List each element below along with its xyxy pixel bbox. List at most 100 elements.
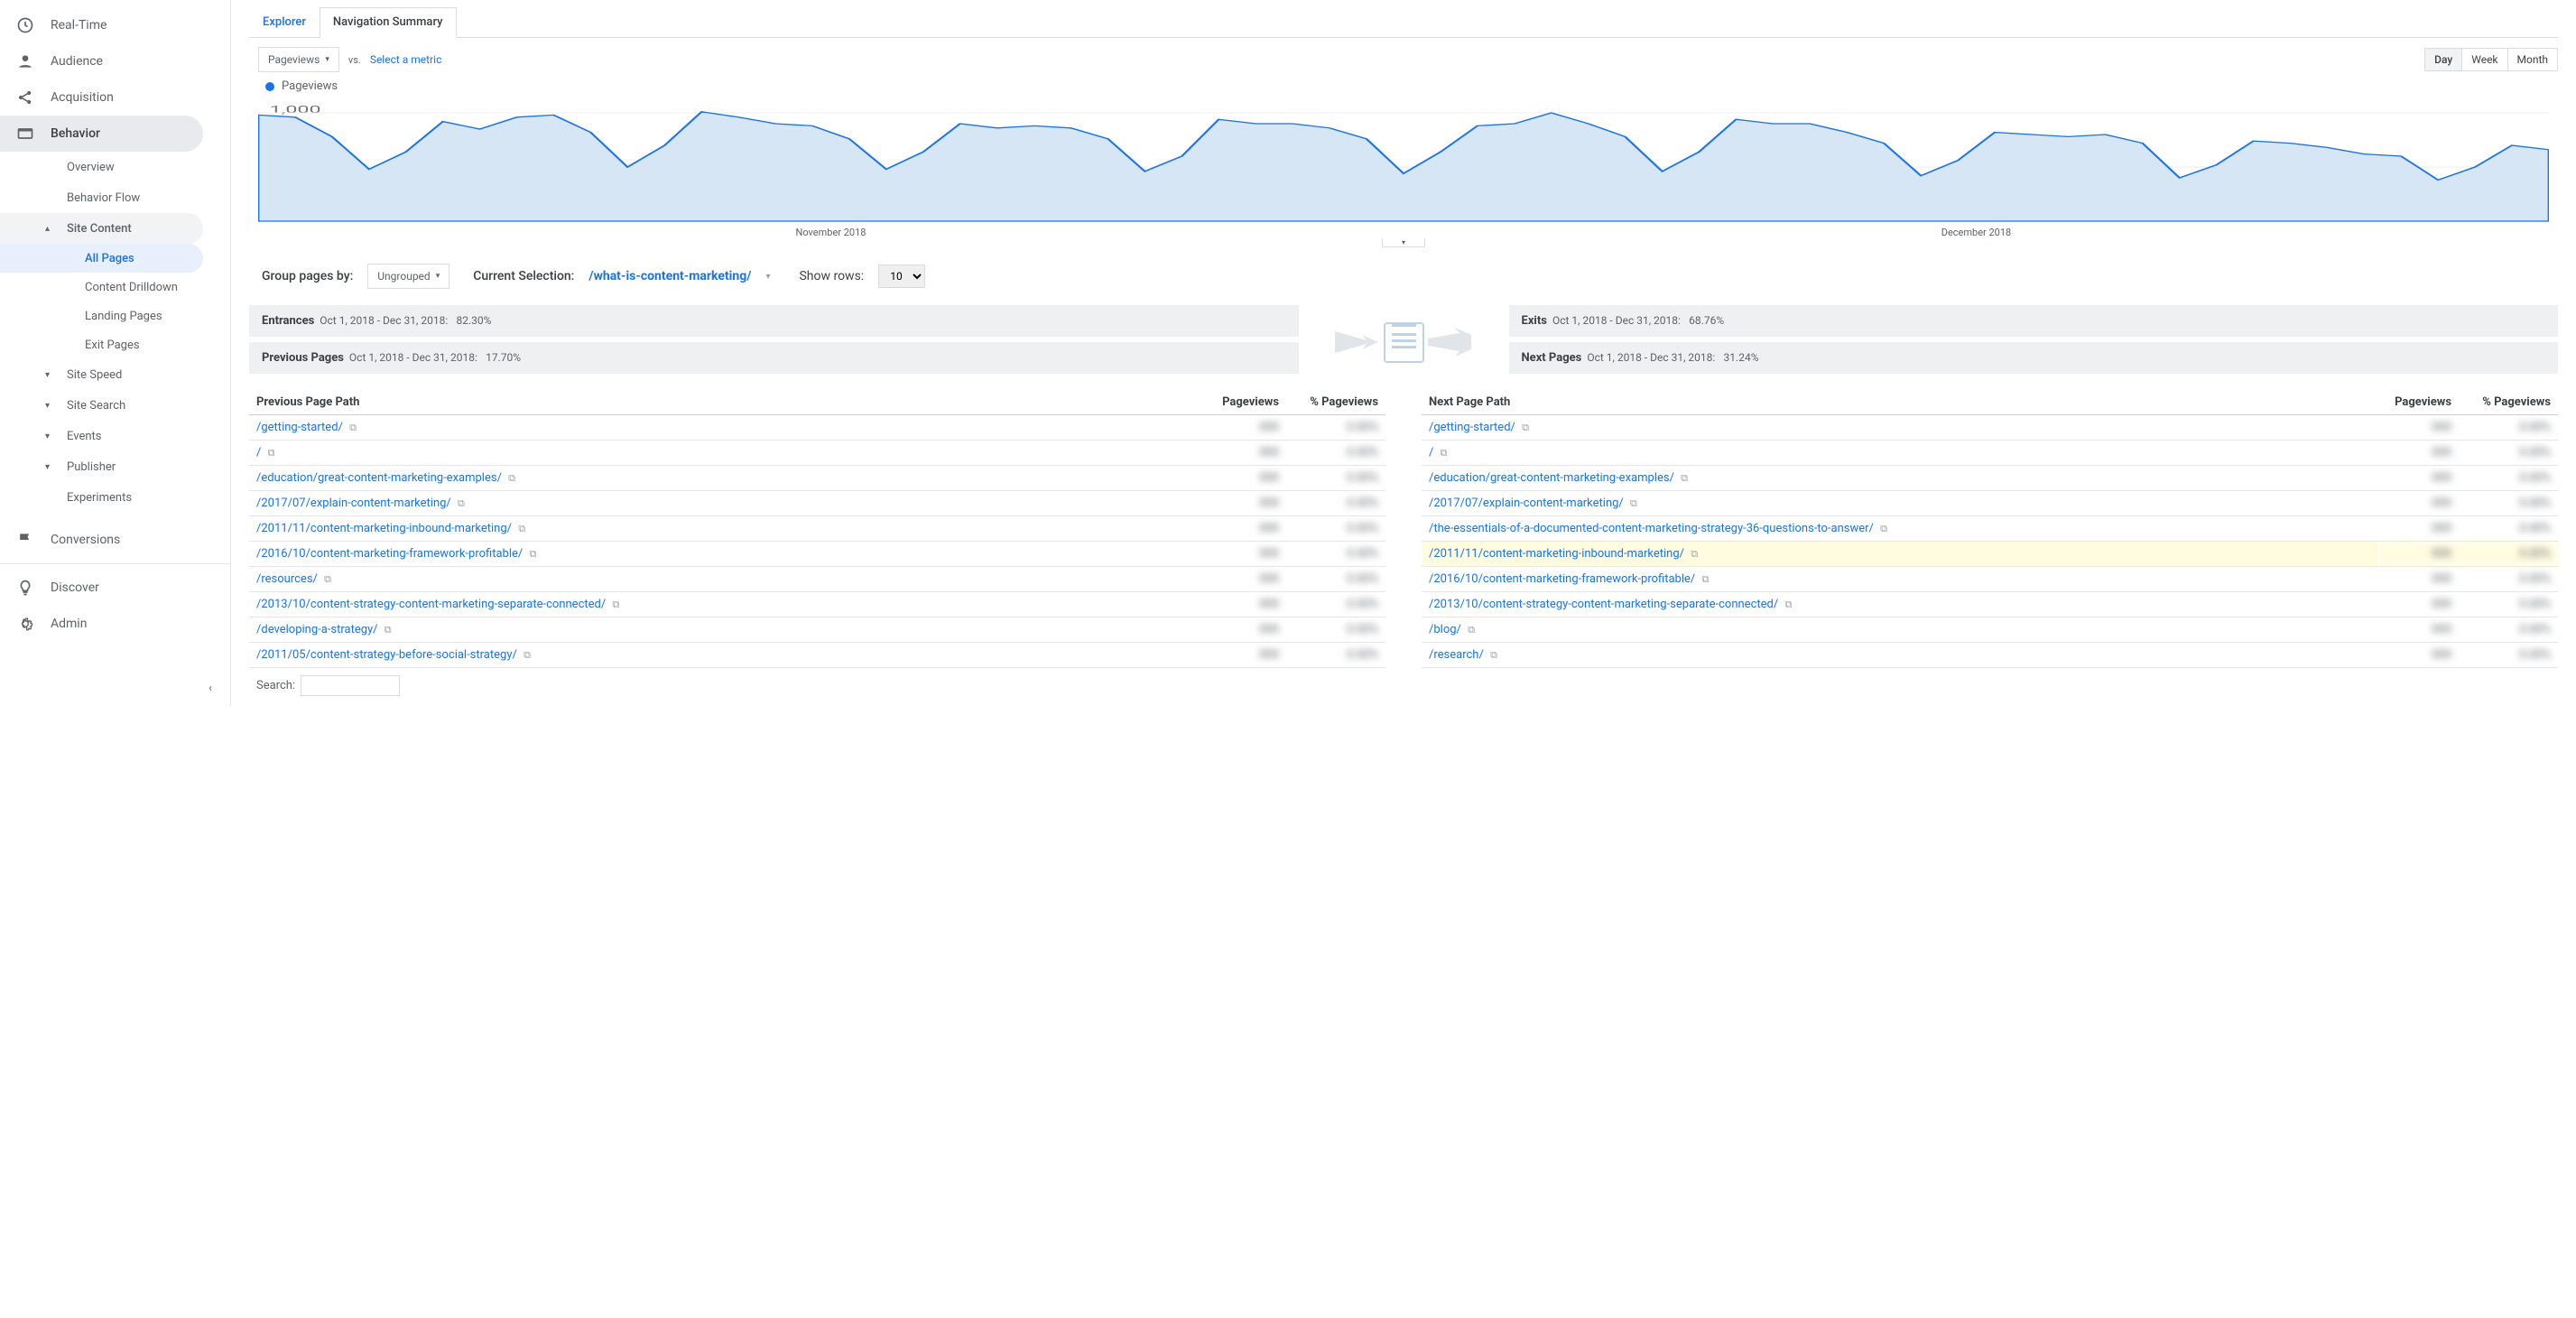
nav-conversions[interactable]: Conversions	[0, 522, 230, 558]
path-cell[interactable]: /2016/10/content-marketing-framework-pro…	[1422, 567, 2377, 592]
col-prev-path[interactable]: Previous Page Path	[249, 390, 1205, 415]
nav-behavior[interactable]: Behavior	[0, 116, 203, 152]
metric-dropdown[interactable]: Pageviews	[258, 47, 339, 72]
sub2-landing[interactable]: Landing Pages	[0, 302, 230, 330]
external-link-icon[interactable]: ⧉	[1626, 497, 1641, 509]
sub-publisher[interactable]: Publisher	[0, 451, 230, 482]
col-pageviews[interactable]: Pageviews	[2377, 390, 2459, 415]
pct-cell: 0.00%	[2459, 542, 2558, 567]
pct-cell: 0.00%	[2459, 415, 2558, 441]
current-selection-path[interactable]: /what-is-content-marketing/	[588, 269, 751, 283]
tab-navigation-summary[interactable]: Navigation Summary	[320, 7, 457, 38]
sub2-exit[interactable]: Exit Pages	[0, 330, 230, 359]
pv-cell: 000	[2377, 441, 2459, 466]
external-link-icon[interactable]: ⧉	[1437, 447, 1451, 459]
external-link-icon[interactable]: ⧉	[1876, 523, 1891, 534]
arrow-right	[1428, 322, 1473, 363]
controls-row: Pageviews vs. Select a metric Day Week M…	[249, 38, 2558, 72]
external-link-icon[interactable]: ⧉	[346, 422, 360, 433]
external-link-icon[interactable]: ⧉	[1687, 548, 1701, 560]
sub-sitesearch[interactable]: Site Search	[0, 390, 230, 421]
col-next-path[interactable]: Next Page Path	[1422, 390, 2377, 415]
sub-events[interactable]: Events	[0, 421, 230, 451]
path-cell[interactable]: /blog/ ⧉	[1422, 617, 2377, 643]
path-cell[interactable]: /2017/07/explain-content-marketing/ ⧉	[249, 491, 1205, 516]
nextpages-bar: Next PagesOct 1, 2018 - Dec 31, 2018: 31…	[1509, 342, 2559, 374]
chart-expand-handle[interactable]: ▾	[258, 238, 2549, 247]
path-cell[interactable]: /2011/11/content-marketing-inbound-marke…	[249, 516, 1205, 542]
sub-experiments[interactable]: Experiments	[0, 482, 230, 513]
timespan-month[interactable]: Month	[2508, 49, 2557, 70]
sub2-allpages[interactable]: All Pages	[0, 244, 203, 273]
sidebar-collapse[interactable]: ‹	[208, 682, 212, 695]
col-pct-pageviews[interactable]: % Pageviews	[1286, 390, 1385, 415]
bulb-icon	[14, 577, 36, 599]
external-link-icon[interactable]: ⧉	[320, 573, 335, 585]
area-chart[interactable]: 1,000 500	[258, 95, 2549, 230]
tab-explorer[interactable]: Explorer	[249, 7, 320, 37]
nav-discover[interactable]: Discover	[0, 570, 230, 606]
path-cell[interactable]: /getting-started/ ⧉	[249, 415, 1205, 441]
pv-cell: 000	[1205, 542, 1286, 567]
timespan-day[interactable]: Day	[2425, 49, 2462, 70]
sub-sitespeed[interactable]: Site Speed	[0, 359, 230, 390]
external-link-icon[interactable]: ⧉	[514, 523, 529, 534]
nav-admin[interactable]: Admin	[0, 606, 230, 642]
sub2-drilldown[interactable]: Content Drilldown	[0, 273, 230, 302]
nav-audience[interactable]: Audience	[0, 43, 230, 79]
show-rows-select[interactable]: 10	[878, 265, 925, 288]
path-cell[interactable]: /getting-started/ ⧉	[1422, 415, 2377, 441]
external-link-icon[interactable]: ⧉	[1781, 599, 1795, 610]
path-cell[interactable]: /developing-a-strategy/ ⧉	[249, 617, 1205, 643]
group-dropdown[interactable]: Ungrouped	[367, 264, 449, 289]
external-link-icon[interactable]: ⧉	[1518, 422, 1533, 433]
sidebar: Real-Time Audience Acquisition Behavior …	[0, 0, 231, 706]
external-link-icon[interactable]: ⧉	[381, 624, 395, 636]
chart-legend: Pageviews	[249, 72, 2558, 95]
sub-sitecontent[interactable]: Site Content	[0, 213, 203, 244]
path-cell[interactable]: / ⧉	[1422, 441, 2377, 466]
path-cell[interactable]: /2013/10/content-strategy-content-market…	[249, 592, 1205, 617]
timespan-toggle: Day Week Month	[2424, 48, 2558, 71]
path-cell[interactable]: /the-essentials-of-a-documented-content-…	[1422, 516, 2377, 542]
nav-realtime[interactable]: Real-Time	[0, 7, 230, 43]
legend-dot	[265, 82, 274, 91]
external-link-icon[interactable]: ⧉	[608, 599, 623, 610]
path-cell[interactable]: /research/ ⧉	[1422, 643, 2377, 668]
path-cell[interactable]: /resources/ ⧉	[249, 567, 1205, 592]
timespan-week[interactable]: Week	[2462, 49, 2507, 70]
external-link-icon[interactable]: ⧉	[520, 649, 534, 661]
external-link-icon[interactable]: ⧉	[454, 497, 468, 509]
sub-overview[interactable]: Overview	[0, 152, 230, 182]
external-link-icon[interactable]: ⧉	[1699, 573, 1713, 585]
pct-cell: 0.00%	[1286, 415, 1385, 441]
search-input[interactable]	[301, 675, 400, 696]
path-cell[interactable]: /2017/07/explain-content-marketing/ ⧉	[1422, 491, 2377, 516]
tables-wrap: Previous Page Path Pageviews % Pageviews…	[249, 390, 2558, 703]
path-cell[interactable]: / ⧉	[249, 441, 1205, 466]
path-cell[interactable]: /education/great-content-marketing-examp…	[249, 466, 1205, 491]
path-cell[interactable]: /education/great-content-marketing-examp…	[1422, 466, 2377, 491]
external-link-icon[interactable]: ⧉	[1677, 472, 1691, 484]
entrances-bar: EntrancesOct 1, 2018 - Dec 31, 2018: 82.…	[249, 305, 1299, 337]
nav-label: Discover	[51, 580, 99, 595]
path-cell[interactable]: /2011/05/content-strategy-before-social-…	[249, 643, 1205, 668]
external-link-icon[interactable]: ⧉	[1487, 649, 1501, 661]
pct-cell: 0.00%	[2459, 491, 2558, 516]
external-link-icon[interactable]: ⧉	[526, 548, 541, 560]
external-link-icon[interactable]: ⧉	[1464, 624, 1478, 636]
pv-cell: 000	[2377, 415, 2459, 441]
col-pct-pageviews[interactable]: % Pageviews	[2459, 390, 2558, 415]
external-link-icon[interactable]: ⧉	[264, 447, 279, 459]
pct-cell: 0.00%	[2459, 643, 2558, 668]
select-metric-link[interactable]: Select a metric	[370, 53, 442, 66]
path-cell[interactable]: /2011/11/content-marketing-inbound-marke…	[1422, 542, 2377, 567]
path-cell[interactable]: /2013/10/content-strategy-content-market…	[1422, 592, 2377, 617]
path-cell[interactable]: /2016/10/content-marketing-framework-pro…	[249, 542, 1205, 567]
clock-icon	[14, 14, 36, 36]
external-link-icon[interactable]: ⧉	[505, 472, 519, 484]
sub-behaviorflow[interactable]: Behavior Flow	[0, 182, 230, 213]
col-pageviews[interactable]: Pageviews	[1205, 390, 1286, 415]
nav-acquisition[interactable]: Acquisition	[0, 79, 230, 116]
pct-cell: 0.00%	[2459, 441, 2558, 466]
